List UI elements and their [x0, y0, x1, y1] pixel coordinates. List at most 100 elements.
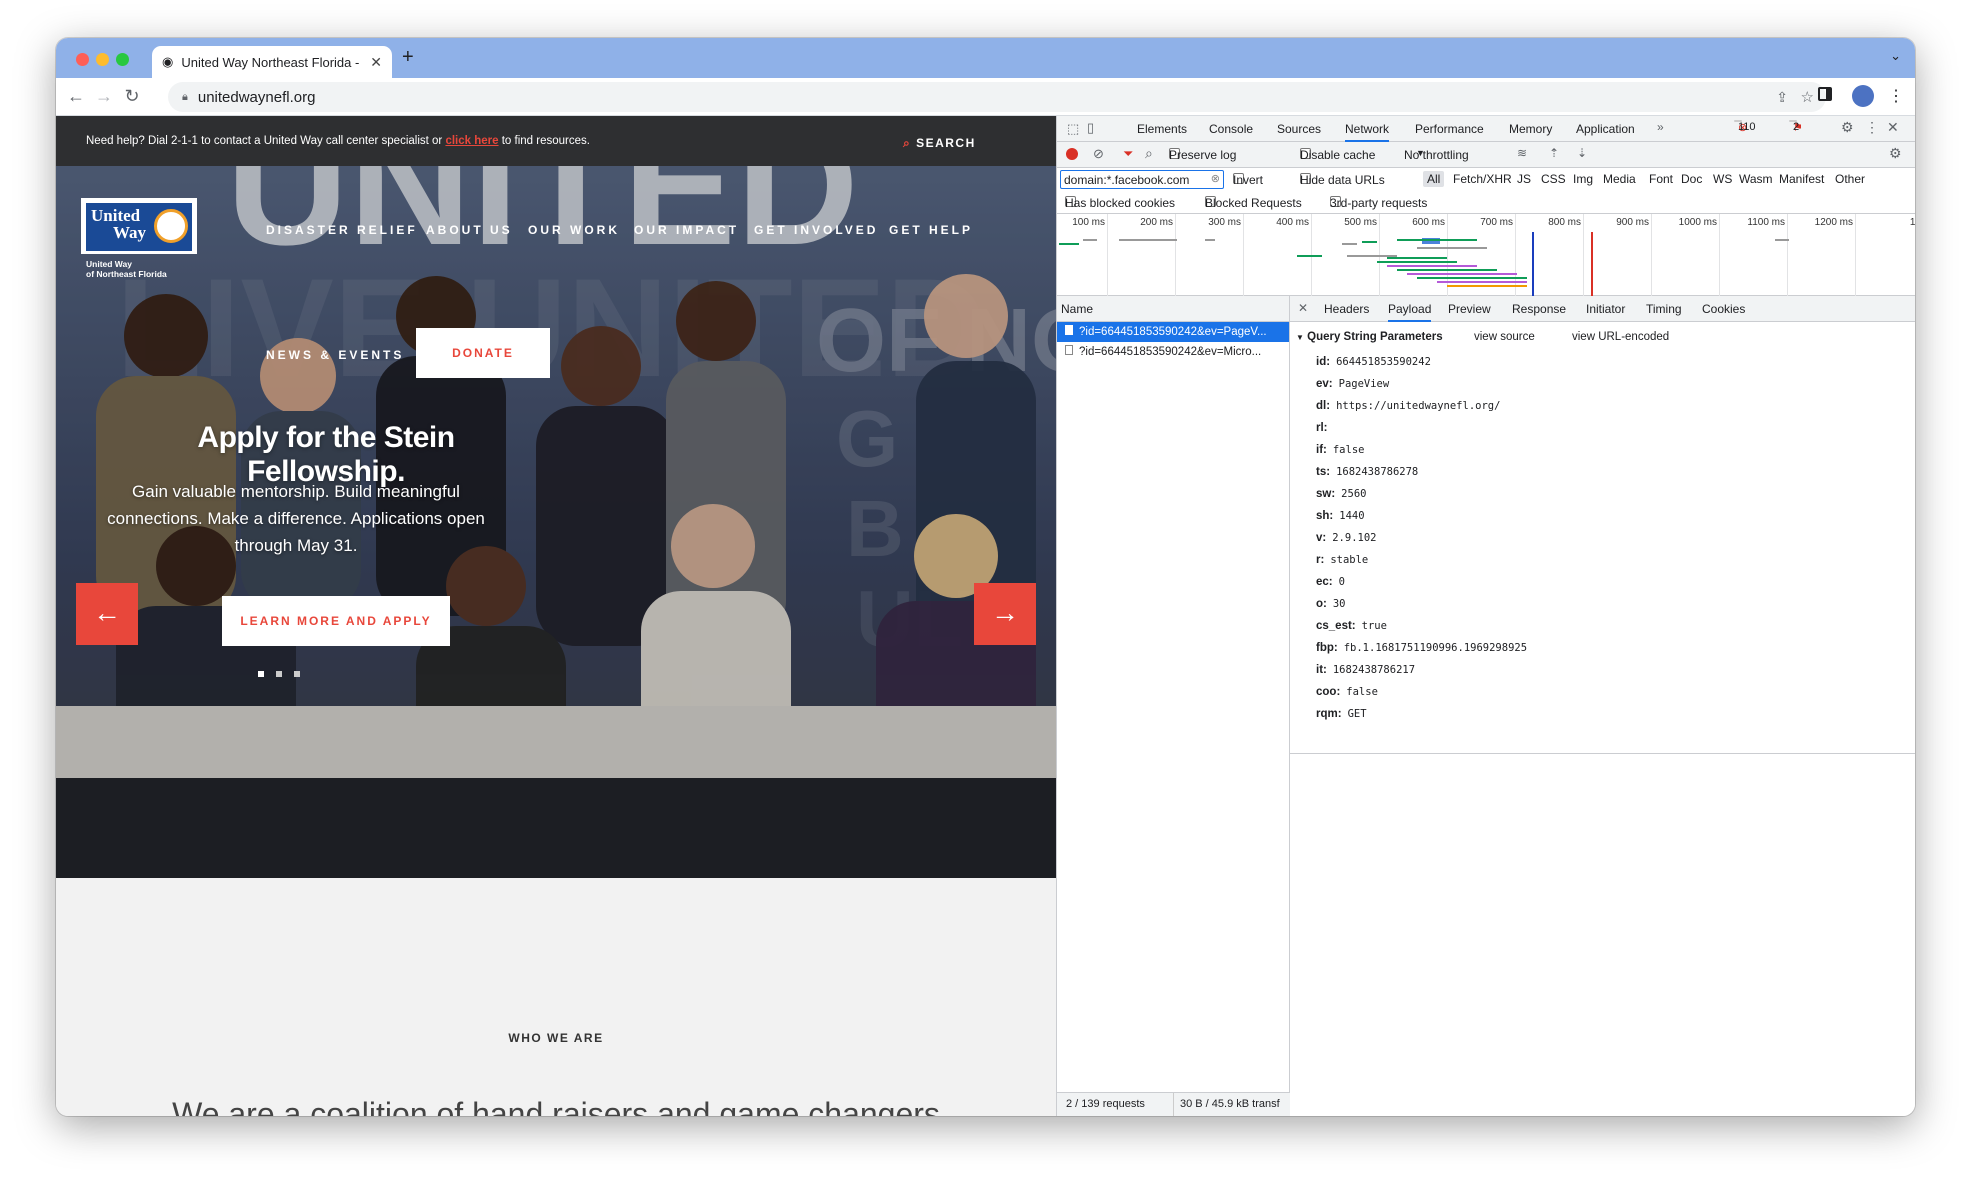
detail-tab-initiator[interactable]: Initiator [1586, 302, 1625, 316]
view-source-link[interactable]: view source [1474, 331, 1535, 343]
network-conditions-icon[interactable]: ≋ [1517, 146, 1527, 160]
detail-tab-cookies[interactable]: Cookies [1702, 302, 1745, 316]
export-har-icon[interactable]: ⇣ [1577, 146, 1587, 160]
back-button[interactable]: ← [62, 86, 90, 107]
forward-button[interactable]: → [90, 86, 118, 107]
filter-input[interactable]: domain:*.facebook.com ⊗ [1060, 170, 1224, 189]
section-toggle[interactable]: ▼ Query String Parameters [1296, 331, 1443, 343]
record-icon[interactable] [1066, 148, 1078, 160]
close-tab-icon[interactable]: ✕ [370, 54, 382, 71]
query-param-row[interactable]: coo: false [1316, 686, 1378, 698]
type-filter-doc[interactable]: Doc [1681, 172, 1702, 186]
close-window-button[interactable] [76, 53, 89, 66]
type-filter-media[interactable]: Media [1603, 172, 1636, 186]
donate-button[interactable]: DONATE [416, 328, 550, 378]
devtools-menu-icon[interactable]: ⋮ [1865, 119, 1879, 136]
carousel-dot-3[interactable] [294, 671, 300, 677]
nav-get-involved[interactable]: GET INVOLVED [754, 223, 878, 237]
query-param-row[interactable]: rqm: GET [1316, 708, 1367, 720]
detail-tab-headers[interactable]: Headers [1324, 302, 1369, 316]
tab-search-icon[interactable]: ⌄ [1890, 48, 1901, 64]
query-param-row[interactable]: r: stable [1316, 554, 1368, 566]
request-row[interactable]: ?id=664451853590242&ev=Micro... [1057, 342, 1289, 362]
share-icon[interactable]: ⇪ [1776, 89, 1788, 106]
name-column-header[interactable]: Name [1057, 296, 1289, 322]
browser-tab[interactable]: ◉ United Way Northeast Florida - ✕ [152, 46, 392, 78]
type-filter-fetch-xhr[interactable]: Fetch/XHR [1453, 172, 1512, 186]
nav-get-help[interactable]: GET HELP [889, 223, 973, 237]
dt-tab-elements[interactable]: Elements [1137, 122, 1187, 136]
request-row-selected[interactable]: ?id=664451853590242&ev=PageV... [1057, 322, 1289, 342]
detail-tab-preview[interactable]: Preview [1448, 302, 1491, 316]
type-filter-css[interactable]: CSS [1541, 172, 1566, 186]
detail-tab-payload[interactable]: Payload [1388, 302, 1432, 322]
network-overview[interactable]: 100 ms 200 ms 300 ms 400 ms 500 ms 600 ms 700 … [1057, 214, 1915, 296]
nav-news-events[interactable]: NEWS & EVENTS [266, 348, 404, 362]
type-filter-font[interactable]: Font [1649, 172, 1673, 186]
dt-tab-memory[interactable]: Memory [1509, 122, 1552, 136]
carousel-prev-button[interactable]: ← [76, 583, 138, 645]
dt-tab-application[interactable]: Application [1576, 122, 1635, 136]
nav-our-impact[interactable]: OUR IMPACT [634, 223, 739, 237]
query-param-row[interactable]: id: 664451853590242 [1316, 356, 1431, 368]
maximize-window-button[interactable] [116, 53, 129, 66]
query-param-row[interactable]: ec: 0 [1316, 576, 1345, 588]
carousel-next-button[interactable]: → [974, 583, 1036, 645]
dt-tab-sources[interactable]: Sources [1277, 122, 1321, 136]
learn-more-button[interactable]: LEARN MORE AND APPLY [222, 596, 450, 646]
filter-icon[interactable]: ⏷ [1123, 146, 1133, 162]
dt-tab-network[interactable]: Network [1345, 122, 1390, 142]
query-param-row[interactable]: rl: [1316, 422, 1334, 434]
type-filter-all[interactable]: All [1423, 171, 1445, 187]
nav-about-us[interactable]: ABOUT US [426, 223, 513, 237]
query-param-row[interactable]: fbp: fb.1.1681751190996.1969298925 [1316, 642, 1527, 654]
import-har-icon[interactable]: ⇡ [1549, 146, 1559, 160]
avatar[interactable] [1852, 85, 1874, 107]
type-filter-ws[interactable]: WS [1713, 172, 1732, 186]
more-tabs-icon[interactable]: » [1657, 120, 1664, 134]
devtools-close-icon[interactable]: ✕ [1887, 119, 1899, 136]
type-filter-js[interactable]: JS [1517, 172, 1531, 186]
minimize-window-button[interactable] [96, 53, 109, 66]
search-link[interactable]: ⌕ SEARCH [903, 118, 976, 168]
view-url-encoded-link[interactable]: view URL-encoded [1572, 331, 1669, 343]
query-param-row[interactable]: if: false [1316, 444, 1364, 456]
error-badge[interactable]: ⊗ 110 [1734, 120, 1756, 134]
search-requests-icon[interactable]: ⌕ [1145, 145, 1153, 162]
carousel-dot-2[interactable] [276, 671, 282, 677]
united-way-logo[interactable]: United Way [81, 198, 197, 254]
address-bar[interactable]: 🔒︎ unitedwaynefl.org ⇪ ☆ [168, 82, 1826, 112]
close-details-icon[interactable]: ✕ [1298, 301, 1308, 315]
carousel-dot-1[interactable] [258, 671, 264, 677]
browser-menu-icon[interactable]: ⋮ [1888, 86, 1904, 106]
nav-our-work[interactable]: OUR WORK [528, 223, 620, 237]
query-param-row[interactable]: v: 2.9.102 [1316, 532, 1377, 544]
reload-button[interactable]: ↻ [118, 86, 146, 107]
clear-icon[interactable]: ⊘ [1093, 146, 1104, 162]
warning-badge[interactable]: ⚑ 2 [1789, 120, 1803, 134]
inspect-element-icon[interactable]: ⬚ [1067, 121, 1079, 137]
devtools-settings-icon[interactable]: ⚙ [1841, 119, 1854, 136]
new-tab-button[interactable]: + [402, 46, 414, 69]
dt-tab-console[interactable]: Console [1209, 122, 1253, 136]
detail-tab-response[interactable]: Response [1512, 302, 1566, 316]
network-settings-icon[interactable]: ⚙ [1889, 145, 1902, 162]
nav-disaster-relief[interactable]: DISASTER RELIEF [266, 223, 418, 237]
query-param-row[interactable]: cs_est: true [1316, 620, 1387, 632]
type-filter-img[interactable]: Img [1573, 172, 1593, 186]
detail-tab-timing[interactable]: Timing [1646, 302, 1682, 316]
query-param-row[interactable]: ts: 1682438786278 [1316, 466, 1418, 478]
help-link[interactable]: click here [445, 135, 498, 147]
side-panel-icon[interactable] [1818, 87, 1832, 101]
clear-filter-icon[interactable]: ⊗ [1211, 172, 1220, 185]
query-param-row[interactable]: ev: PageView [1316, 378, 1389, 390]
query-param-row[interactable]: dl: https://unitedwaynefl.org/ [1316, 400, 1500, 412]
query-param-row[interactable]: sw: 2560 [1316, 488, 1366, 500]
device-toggle-icon[interactable]: ▯ [1087, 120, 1094, 136]
query-param-row[interactable]: it: 1682438786217 [1316, 664, 1415, 676]
dt-tab-performance[interactable]: Performance [1415, 122, 1484, 136]
bookmark-star-icon[interactable]: ☆ [1801, 88, 1814, 106]
type-filter-wasm[interactable]: Wasm [1739, 172, 1773, 186]
query-param-row[interactable]: o: 30 [1316, 598, 1346, 610]
type-filter-manifest[interactable]: Manifest [1779, 172, 1824, 186]
